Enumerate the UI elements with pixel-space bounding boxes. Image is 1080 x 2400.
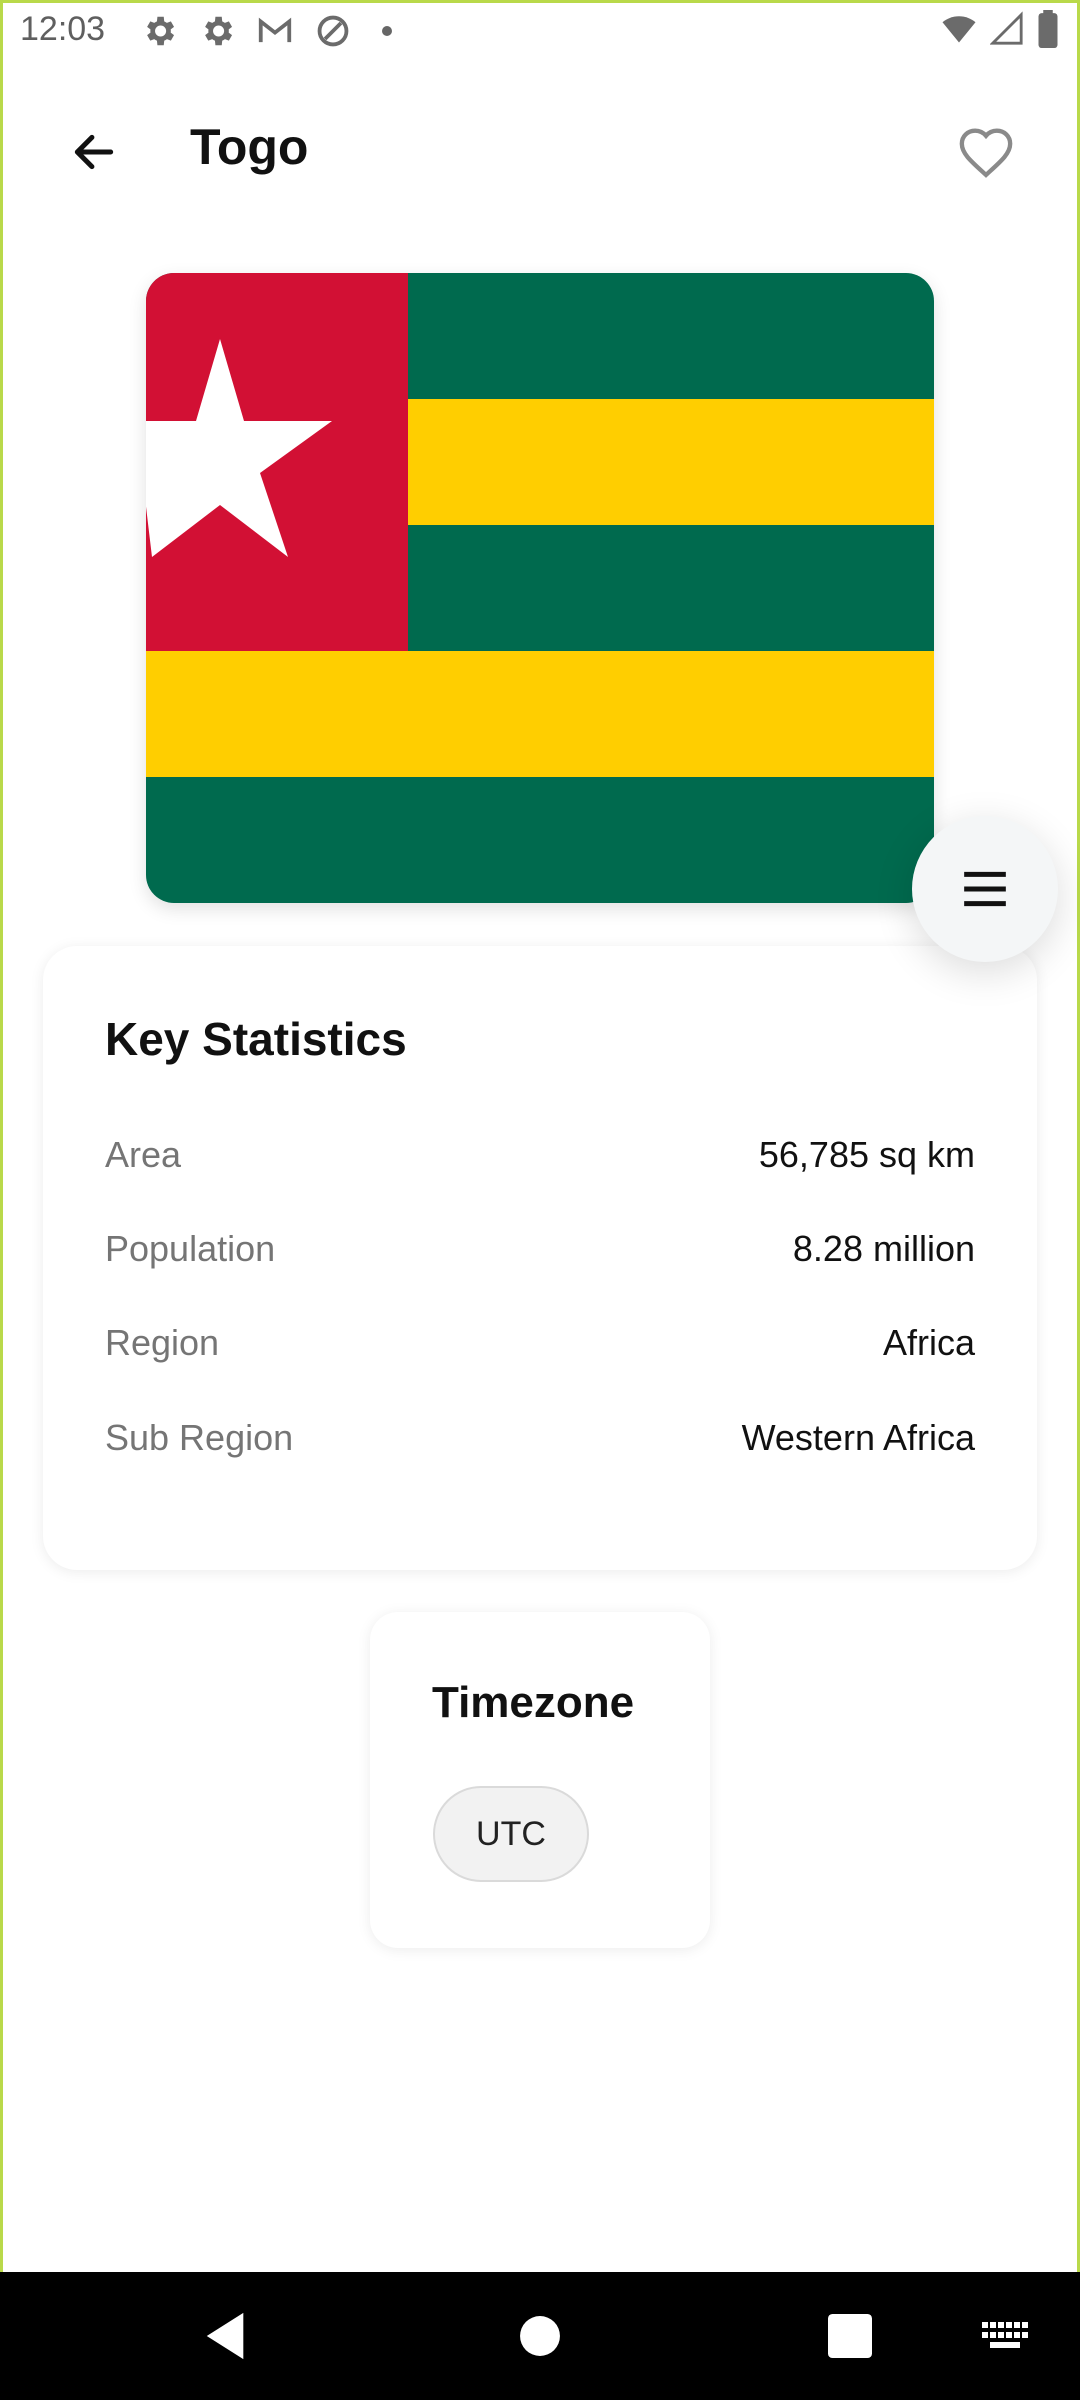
- stat-row-population: Population 8.28 million: [105, 1228, 975, 1288]
- arrow-left-icon: [74, 134, 114, 170]
- settings-icon: [147, 16, 175, 46]
- flag-canton: [146, 273, 408, 651]
- favorite-button[interactable]: [948, 114, 1024, 190]
- home-circle-icon: [520, 2316, 560, 2356]
- nav-back-button[interactable]: [190, 2300, 262, 2372]
- system-nav-bar: [0, 2272, 1080, 2400]
- stat-value: 56,785 sq km: [758, 1134, 975, 1175]
- keyboard-icon: [982, 2322, 1028, 2348]
- wifi-icon: [942, 16, 976, 43]
- nav-recents-button[interactable]: [814, 2300, 886, 2372]
- page-title: Togo: [190, 119, 309, 175]
- stat-label: Sub Region: [105, 1417, 294, 1458]
- timezone-chip[interactable]: UTC: [433, 1786, 589, 1882]
- status-time: 12:03: [20, 10, 106, 48]
- signal-icon: [990, 11, 1023, 45]
- menu-fab[interactable]: [912, 816, 1058, 962]
- back-button[interactable]: [56, 114, 132, 190]
- card-title: Key Statistics: [105, 1013, 407, 1065]
- timezone-card: Timezone UTC: [370, 1612, 710, 1948]
- stat-label: Area: [105, 1134, 182, 1175]
- flag-stripe-yellow: [146, 651, 934, 777]
- stat-row-sub-region: Sub Region Western Africa: [105, 1417, 975, 1477]
- stat-row-area: Area 56,785 sq km: [105, 1134, 975, 1194]
- app-bar: Togo: [0, 62, 1080, 232]
- key-statistics-card: Key Statistics Area 56,785 sq km Populat…: [43, 946, 1037, 1570]
- country-flag: [146, 273, 934, 903]
- stat-value: Western Africa: [741, 1417, 975, 1458]
- dot-icon: [382, 26, 392, 36]
- notification-icons: [140, 12, 392, 50]
- flag-stripe-green: [146, 777, 934, 903]
- nav-keyboard-button[interactable]: [970, 2300, 1042, 2372]
- heart-outline-icon: [959, 128, 1013, 178]
- system-icons: [940, 10, 1060, 48]
- battery-icon: [1038, 10, 1058, 48]
- gmail-icon: [258, 17, 292, 43]
- at-sign-icon: [317, 15, 349, 47]
- stat-row-region: Region Africa: [105, 1322, 975, 1382]
- status-bar: 12:03: [0, 0, 1080, 62]
- stat-value: 8.28 million: [792, 1228, 975, 1269]
- back-triangle-icon: [206, 2312, 244, 2360]
- settings-icon: [205, 16, 233, 46]
- nav-home-button[interactable]: [504, 2300, 576, 2372]
- menu-icon: [964, 871, 1006, 907]
- stat-value: Africa: [882, 1322, 975, 1363]
- stat-label: Region: [105, 1322, 220, 1363]
- star-icon: [146, 339, 332, 557]
- recents-square-icon: [828, 2314, 872, 2358]
- stat-label: Population: [105, 1228, 276, 1269]
- timezone-title: Timezone: [432, 1678, 635, 1727]
